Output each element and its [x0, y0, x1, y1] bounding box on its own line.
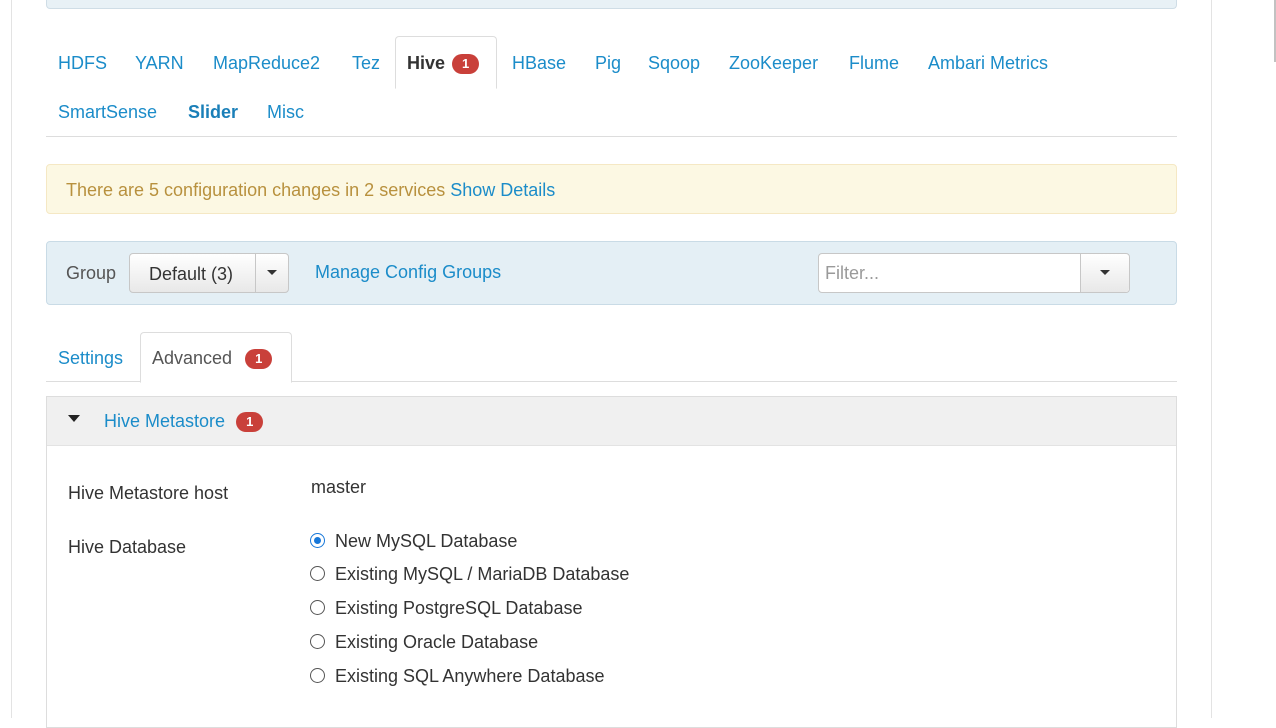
tab-settings[interactable]: Settings [58, 348, 123, 368]
section-title-label: Hive Metastore [104, 411, 226, 431]
section-title[interactable]: Hive Metastore 1 [104, 411, 264, 433]
collapse-caret-icon[interactable] [68, 415, 80, 422]
tab-advanced-badge: 1 [245, 349, 273, 370]
manage-config-groups-link[interactable]: Manage Config Groups [315, 262, 501, 282]
radio-label: Existing PostgreSQL Database [335, 598, 583, 618]
filter-input[interactable] [819, 254, 1077, 292]
filter-dropdown-button[interactable] [1080, 254, 1129, 292]
tab-pig[interactable]: Pig [595, 53, 621, 73]
top-panel [46, 0, 1177, 9]
tab-yarn[interactable]: YARN [135, 53, 184, 73]
tab-zookeeper[interactable]: ZooKeeper [729, 53, 818, 73]
tab-ambari-metrics[interactable]: Ambari Metrics [928, 53, 1048, 73]
radio-label: Existing SQL Anywhere Database [335, 666, 605, 686]
radio-label: New MySQL Database [335, 531, 518, 551]
section-header[interactable]: Hive Metastore 1 [47, 397, 1176, 446]
sub-tabs: Settings Advanced 1 [46, 332, 1177, 383]
hive-database-label: Hive Database [68, 537, 187, 557]
radio-button[interactable] [310, 634, 325, 649]
tab-advanced[interactable]: Advanced 1 [152, 348, 273, 370]
radio-label: Existing MySQL / MariaDB Database [335, 564, 630, 584]
metastore-host-label: Hive Metastore host [68, 483, 229, 503]
tab-sqoop[interactable]: Sqoop [648, 53, 700, 73]
tab-smartsense[interactable]: SmartSense [58, 102, 157, 122]
tab-hive[interactable]: Hive 1 [407, 53, 480, 75]
group-dropdown-toggle[interactable] [255, 254, 288, 292]
radio-button[interactable] [310, 668, 325, 683]
tab-mapreduce2[interactable]: MapReduce2 [213, 53, 320, 73]
tab-advanced-label: Advanced [152, 348, 233, 368]
show-details-link[interactable]: Show Details [450, 180, 555, 200]
service-tabs: HDFS YARN MapReduce2 Tez Hive 1 HBase Pi… [46, 36, 1177, 137]
alert-message: There are 5 configuration changes in 2 s… [66, 180, 446, 200]
radio-button[interactable] [310, 533, 325, 548]
radio-button[interactable] [310, 566, 325, 581]
hive-metastore-section: Hive Metastore 1 Hive Metastore host mas… [46, 396, 1177, 728]
tab-flume[interactable]: Flume [849, 53, 899, 73]
chevron-down-icon [1100, 270, 1110, 275]
group-select-value: Default (3) [149, 264, 234, 284]
tab-tez[interactable]: Tez [352, 53, 380, 73]
radio-button[interactable] [310, 600, 325, 615]
alert-text: There are 5 configuration changes in 2 s… [66, 180, 555, 200]
config-group-bar: Group Default (3) Manage Config Groups [46, 241, 1177, 305]
chevron-down-icon [267, 270, 277, 275]
group-label: Group [66, 263, 117, 283]
tab-hbase[interactable]: HBase [512, 53, 566, 73]
filter-box [818, 253, 1130, 293]
group-select[interactable]: Default (3) [129, 253, 289, 293]
metastore-host-value: master [311, 477, 367, 497]
section-badge: 1 [236, 412, 264, 433]
tab-slider[interactable]: Slider [188, 102, 238, 122]
config-changes-alert: There are 5 configuration changes in 2 s… [46, 164, 1177, 214]
radio-label: Existing Oracle Database [335, 632, 539, 652]
tab-hdfs[interactable]: HDFS [58, 53, 107, 73]
tab-hive-label: Hive [407, 53, 446, 73]
tab-misc[interactable]: Misc [267, 102, 304, 122]
tab-hive-badge: 1 [452, 54, 480, 75]
